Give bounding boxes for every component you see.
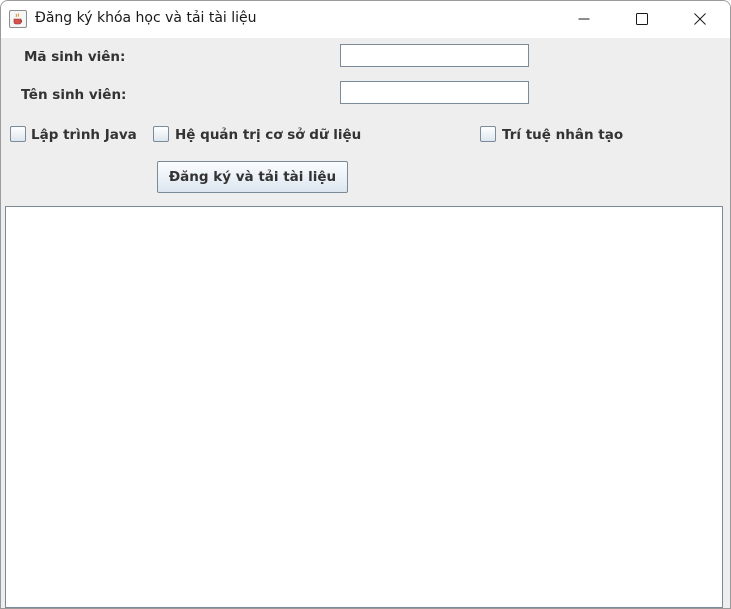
minimize-icon	[578, 18, 590, 20]
course-ai-checkbox[interactable]	[480, 126, 496, 142]
java-cup-icon	[9, 10, 27, 28]
window-title: Đăng ký khóa học và tải tài liệu	[35, 10, 257, 26]
close-icon	[694, 13, 706, 25]
app-window: Đăng ký khóa học và tải tài liệu Mã sinh…	[0, 0, 731, 609]
student-id-label: Mã sinh viên:	[24, 49, 126, 65]
title-bar[interactable]: Đăng ký khóa học và tải tài liệu	[1, 1, 730, 38]
student-name-label: Tên sinh viên:	[21, 87, 127, 103]
course-ai-label[interactable]: Trí tuệ nhân tạo	[502, 127, 623, 143]
course-database-label[interactable]: Hệ quản trị cơ sở dữ liệu	[175, 127, 361, 143]
close-button[interactable]	[677, 1, 723, 37]
minimize-button[interactable]	[561, 1, 607, 37]
maximize-button[interactable]	[619, 1, 665, 37]
student-name-input[interactable]	[340, 81, 529, 104]
maximize-icon	[636, 13, 648, 25]
register-download-button[interactable]: Đăng ký và tải tài liệu	[157, 161, 348, 193]
course-java-checkbox[interactable]	[10, 126, 26, 142]
output-text-area[interactable]	[5, 206, 723, 608]
course-database-checkbox[interactable]	[153, 126, 169, 142]
student-id-input[interactable]	[340, 44, 529, 67]
course-java-label[interactable]: Lập trình Java	[31, 127, 137, 143]
